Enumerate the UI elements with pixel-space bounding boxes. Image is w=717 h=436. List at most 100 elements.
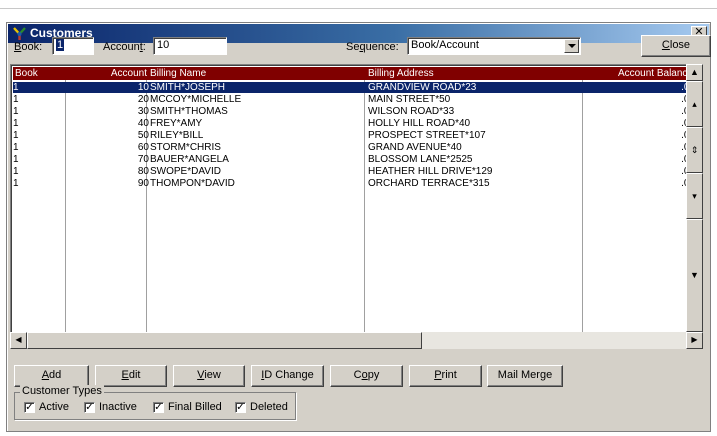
customer-types-title: Customer Types [20,385,104,397]
scroll-up-icon[interactable]: ▲ [686,64,703,81]
account-label: Account: [103,41,146,53]
cell-book: 1 [13,82,19,93]
sequence-label: Sequence: [346,41,399,53]
table-row[interactable]: 1 20MCCOY*MICHELLE MAIN STREET*50 .00 [13,94,694,105]
cell-account: 70 [137,154,149,165]
active-checkbox[interactable]: ✓ [24,402,35,413]
table-row[interactable]: 1 60STORM*CHRIS GRAND AVENUE*40 .00 [13,142,694,153]
cell-billing-address: MAIN STREET*50 [368,94,451,105]
cell-billing-address: ORCHARD TERRACE*315 [368,178,490,189]
deleted-label[interactable]: Deleted [250,401,288,414]
cell-billing-address: PROSPECT STREET*107 [368,130,486,141]
cell-account-balance: .00 [603,118,694,129]
cell-account: 50 [137,130,149,141]
scroll-down-icon[interactable]: ▼ [686,219,703,332]
cell-book: 1 [13,106,19,117]
table-row[interactable]: 1 80SWOPE*DAVID HEATHER HILL DRIVE*129 .00 [13,166,694,177]
page-down-icon[interactable]: ▾ [686,173,703,219]
vertical-scrollbar[interactable]: ▲ ▴ ⇕ ▾ ▼ [686,64,703,332]
cell-account-balance: .00 [603,94,694,105]
cell-book: 1 [13,154,19,165]
cell-billing-address: GRAND AVENUE*40 [368,142,462,153]
cell-book: 1 [13,118,19,129]
cell-billing-name: SWOPE*DAVID [150,166,221,177]
cell-billing-address: WILSON ROAD*33 [368,106,455,117]
inactive-checkbox[interactable]: ✓ [84,402,95,413]
scroll-right-icon[interactable]: ▶ [686,332,703,349]
cell-billing-name: BAUER*ANGELA [150,154,229,165]
divider [0,8,717,9]
book-field[interactable]: 1 [52,37,94,55]
cell-account-balance: .00 [603,130,694,141]
column-header-account[interactable]: Account [93,67,149,80]
book-value: 1 [56,39,65,51]
active-label[interactable]: Active [39,401,69,414]
final-billed-label[interactable]: Final Billed [168,401,222,414]
table-row[interactable]: 1 10SMITH*JOSEPH GRANDVIEW ROAD*23 .00 [13,82,694,93]
cell-billing-name: RILEY*BILL [150,130,204,141]
table-row[interactable]: 1 70BAUER*ANGELA BLOSSOM LANE*2525 .00 [13,154,694,165]
desktop-background [0,0,717,22]
close-button[interactable]: Close [641,35,711,57]
table-row[interactable]: 1 40FREY*AMY HOLLY HILL ROAD*40 .00 [13,118,694,129]
column-header-billing-address[interactable]: Billing Address [366,67,436,80]
edit-button[interactable]: Edit [95,365,167,387]
cell-book: 1 [13,130,19,141]
page-up-icon[interactable]: ▴ [686,81,703,127]
cell-account-balance: .00 [603,154,694,165]
deleted-checkbox[interactable]: ✓ [235,402,246,413]
print-button[interactable]: Print [409,365,482,387]
table-row[interactable]: 1 30SMITH*THOMAS WILSON ROAD*33 .00 [13,106,694,117]
column-header-account-balance[interactable]: Account Balance [603,67,694,80]
horizontal-scroll-thumb[interactable] [27,332,422,349]
book-label: Book: [14,41,43,53]
cell-billing-name: SMITH*THOMAS [150,106,228,117]
sequence-value: Book/Account [411,39,479,51]
horizontal-scrollbar[interactable]: ◀ ▶ [10,332,703,349]
cell-billing-name: THOMPON*DAVID [150,178,235,189]
cell-account-balance: .00 [603,106,694,117]
column-header-billing-name[interactable]: Billing Name [148,67,208,80]
cell-account-balance: .00 [603,142,694,153]
table-row[interactable]: 1 50RILEY*BILL PROSPECT STREET*107 .00 [13,130,694,141]
cell-billing-name: SMITH*JOSEPH [150,82,226,93]
sequence-select[interactable]: Book/Account [407,37,581,55]
view-button[interactable]: View [173,365,245,387]
cell-account: 10 [137,82,149,93]
id-change-button[interactable]: ID Change [251,365,324,387]
cell-billing-name: FREY*AMY [150,118,203,129]
cell-account: 90 [137,178,149,189]
final-billed-checkbox[interactable]: ✓ [153,402,164,413]
cell-account-balance: .00 [603,82,694,93]
cell-billing-address: GRANDVIEW ROAD*23 [368,82,477,93]
app-logo-icon [13,27,26,40]
column-header-book[interactable]: Book [13,67,40,80]
cell-account: 80 [137,166,149,177]
cell-book: 1 [13,178,19,189]
cell-account: 60 [137,142,149,153]
cell-account-balance: .00 [603,178,694,189]
cell-billing-name: STORM*CHRIS [150,142,221,153]
cell-account: 40 [137,118,149,129]
customer-grid[interactable]: Book Account Billing Name Billing Addres… [10,64,695,349]
cell-billing-address: HEATHER HILL DRIVE*129 [368,166,493,177]
cell-book: 1 [13,94,19,105]
scroll-thumb-icon[interactable]: ⇕ [686,127,703,173]
cell-account: 30 [137,106,149,117]
copy-button[interactable]: Copy [330,365,403,387]
account-field[interactable]: 10 [153,37,227,55]
inactive-label[interactable]: Inactive [99,401,137,414]
cell-billing-address: HOLLY HILL ROAD*40 [368,118,471,129]
cell-book: 1 [13,142,19,153]
cell-billing-address: BLOSSOM LANE*2525 [368,154,473,165]
mail-merge-button[interactable]: Mail Merge [487,365,563,387]
add-button[interactable]: Add [14,365,89,387]
scroll-left-icon[interactable]: ◀ [10,332,27,349]
grid-header: Book Account Billing Name Billing Addres… [13,67,694,80]
table-row[interactable]: 1 90THOMPON*DAVID ORCHARD TERRACE*315 .00 [13,178,694,189]
chevron-down-icon[interactable] [564,39,579,53]
cell-account: 20 [137,94,149,105]
cell-billing-name: MCCOY*MICHELLE [150,94,242,105]
cell-account-balance: .00 [603,166,694,177]
cell-book: 1 [13,166,19,177]
